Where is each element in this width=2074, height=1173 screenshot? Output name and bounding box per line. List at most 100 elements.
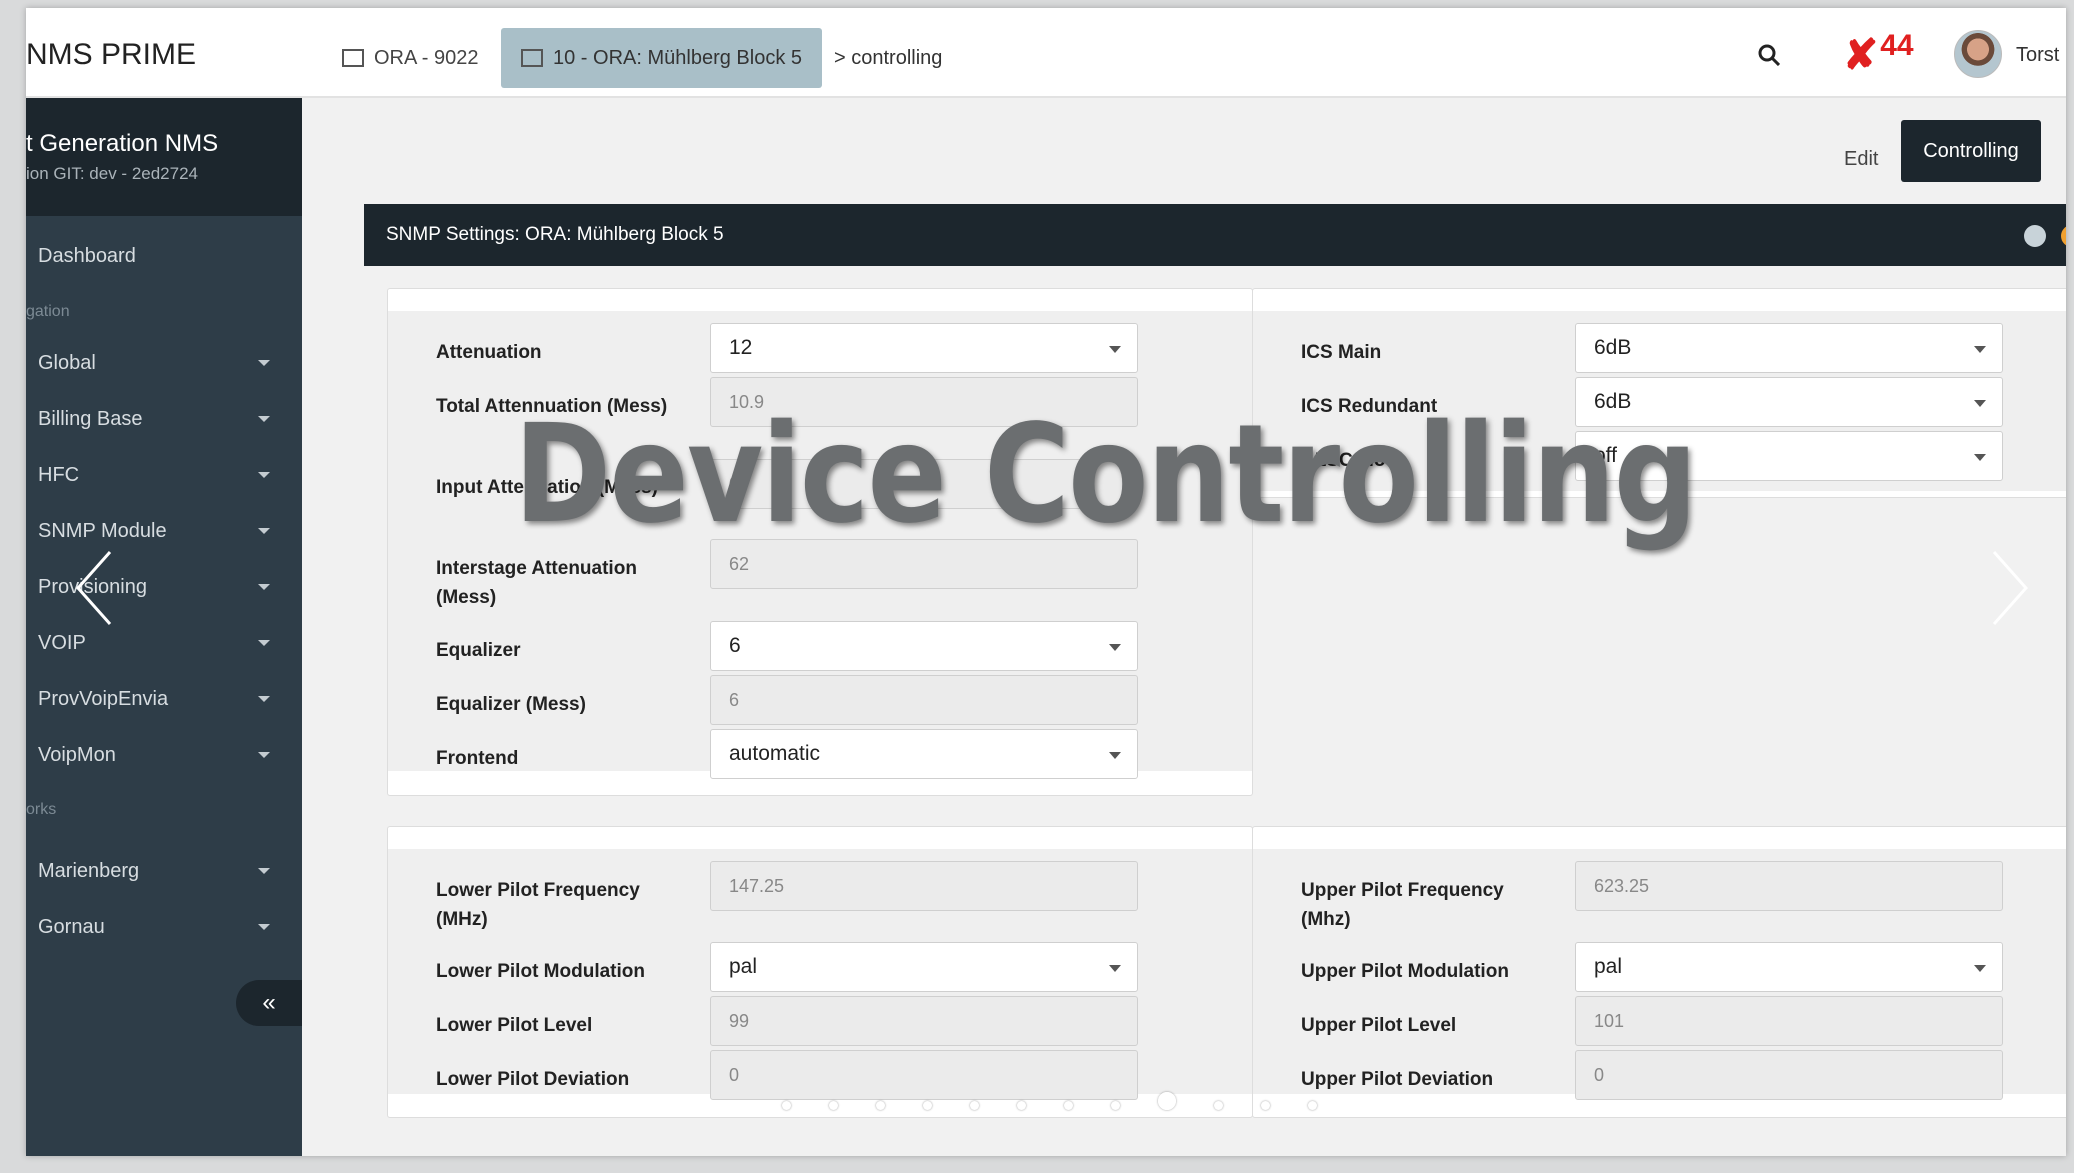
select-value: pal — [729, 955, 758, 978]
breadcrumb-ora[interactable]: ORA - 9022 — [342, 28, 479, 88]
sidebar-item-snmp-module[interactable]: SNMP Module — [38, 511, 288, 551]
sidebar-item-label: VoipMon — [38, 744, 116, 766]
caret-down-icon — [1109, 965, 1121, 972]
upper-pilot-level-field: 101 — [1575, 996, 2003, 1046]
sidebar-item-voipmon[interactable]: VoipMon — [38, 735, 288, 775]
sidebar-item-label: HFC — [38, 464, 80, 486]
sidebar-item-label: ProvVoipEnvia — [38, 688, 169, 710]
sidebar-item-hfc[interactable]: HFC — [38, 455, 288, 495]
chevron-down-icon — [258, 696, 270, 702]
sidebar-item-voip[interactable]: VOIP — [38, 623, 288, 663]
sidebar-item-marienberg[interactable]: Marienberg — [38, 851, 288, 891]
sidebar-item-label: Billing Base — [38, 408, 143, 430]
breadcrumb-device[interactable]: 10 - ORA: Mühlberg Block 5 — [501, 28, 822, 88]
sidebar-item-label: SNMP Module — [38, 520, 167, 542]
slide-dot[interactable] — [1261, 1101, 1270, 1110]
slide-dot[interactable] — [782, 1101, 791, 1110]
slide-dot[interactable] — [829, 1101, 838, 1110]
slide-dot[interactable] — [876, 1101, 885, 1110]
search-icon[interactable] — [1758, 44, 1780, 66]
upper-pilot-modulation-label: Upper Pilot Modulation — [1301, 961, 1509, 982]
sidebar-item-label: Global — [38, 352, 96, 374]
caret-down-icon — [1109, 752, 1121, 759]
chevron-right-icon[interactable] — [1984, 548, 2034, 628]
app-window: NMS PRIME ORA - 9022 10 - ORA: Mühlberg … — [26, 8, 2066, 1156]
select-value: 6dB — [1594, 336, 1632, 359]
sidebar-item-dashboard[interactable]: Dashboard — [38, 236, 288, 276]
sidebar-section-navigation: gation — [26, 303, 70, 320]
panel-header: SNMP Settings: ORA: Mühlberg Block 5 — [364, 204, 2066, 266]
interstage-attenuation-label: Interstage Attenuation (Mess) — [436, 558, 637, 608]
avatar[interactable] — [1954, 30, 2002, 78]
pilot-card-upper: Upper Pilot Frequency (Mhz) 623.25 Upper… — [1252, 826, 2066, 1118]
sidebar-section-networks: orks — [26, 801, 57, 818]
upper-pilot-frequency-label: Upper Pilot Frequency (Mhz) — [1301, 880, 1504, 930]
upper-pilot-level-label: Upper Pilot Level — [1301, 1015, 1457, 1036]
upper-pilot-deviation-field: 0 — [1575, 1050, 2003, 1100]
expand-icon[interactable] — [2024, 225, 2046, 247]
chevron-down-icon — [258, 360, 270, 366]
slide-dot[interactable] — [1214, 1101, 1223, 1110]
caret-down-icon — [1974, 346, 1986, 353]
lower-pilot-level-field: 99 — [710, 996, 1138, 1046]
sidebar-version: ion GIT: dev - 2ed2724 — [26, 164, 199, 183]
username[interactable]: Torst — [2016, 44, 2059, 67]
controlling-button[interactable]: Controlling — [1901, 120, 2041, 182]
sidebar-item-provvoipenvia[interactable]: ProvVoipEnvia — [38, 679, 288, 719]
slide-dot[interactable] — [1111, 1101, 1120, 1110]
sidebar-item-label: VOIP — [38, 632, 86, 654]
chevron-down-icon — [258, 472, 270, 478]
sidebar-item-gornau[interactable]: Gornau — [38, 907, 288, 947]
select-value: pal — [1594, 955, 1623, 978]
caret-down-icon — [1974, 965, 1986, 972]
caret-down-icon — [1974, 400, 1986, 407]
sidebar-collapse-button[interactable]: « — [236, 980, 302, 1026]
chevron-down-icon — [258, 528, 270, 534]
caret-down-icon — [1974, 454, 1986, 461]
top-navbar: NMS PRIME ORA - 9022 10 - ORA: Mühlberg … — [26, 8, 2066, 98]
chevron-down-icon — [258, 584, 270, 590]
slide-dot[interactable] — [1064, 1101, 1073, 1110]
sidebar-item-label: Marienberg — [38, 860, 140, 882]
slide-dot[interactable] — [970, 1101, 979, 1110]
slide-indicator — [782, 1092, 1355, 1115]
collapse-icon[interactable] — [2061, 225, 2066, 247]
frontend-select[interactable]: automatic — [710, 729, 1138, 779]
lower-pilot-frequency-field: 147.25 — [710, 861, 1138, 911]
equalizer-select[interactable]: 6 — [710, 621, 1138, 671]
edit-button[interactable]: Edit — [1826, 128, 1896, 190]
slide-dot-active[interactable] — [1158, 1092, 1176, 1110]
device-icon — [342, 49, 364, 67]
chevron-down-icon — [258, 640, 270, 646]
lower-pilot-level-label: Lower Pilot Level — [436, 1015, 593, 1036]
slide-dot[interactable] — [1308, 1101, 1317, 1110]
caret-down-icon — [1109, 346, 1121, 353]
attenuation-select[interactable]: 12 — [710, 323, 1138, 373]
breadcrumb-current: > controlling — [834, 47, 943, 69]
chevron-left-icon[interactable] — [70, 548, 120, 628]
alarm-count: 44 — [1880, 29, 1914, 62]
lower-pilot-deviation-label: Lower Pilot Deviation — [436, 1069, 630, 1090]
frontend-label: Frontend — [436, 748, 519, 769]
sidebar-header: t Generation NMS ion GIT: dev - 2ed2724 — [26, 98, 302, 216]
upper-pilot-modulation-select[interactable]: pal — [1575, 942, 2003, 992]
chevron-down-icon — [258, 924, 270, 930]
slide-dot[interactable] — [1017, 1101, 1026, 1110]
pilot-card-lower: Lower Pilot Frequency (MHz) 147.25 Lower… — [387, 826, 1253, 1118]
ics-main-select[interactable]: 6dB — [1575, 323, 2003, 373]
lower-pilot-modulation-label: Lower Pilot Modulation — [436, 961, 645, 982]
slide-caption: Device Controlling — [514, 396, 1698, 554]
sidebar-title: t Generation NMS — [26, 130, 219, 157]
caret-down-icon — [1109, 644, 1121, 651]
ics-main-label: ICS Main — [1301, 342, 1382, 363]
sidebar-item-global[interactable]: Global — [38, 343, 288, 383]
equalizer-label: Equalizer — [436, 640, 521, 661]
breadcrumb-label: 10 - ORA: Mühlberg Block 5 — [553, 46, 802, 69]
sidebar: t Generation NMS ion GIT: dev - 2ed2724 … — [26, 98, 302, 1156]
lower-pilot-modulation-select[interactable]: pal — [710, 942, 1138, 992]
breadcrumb-label: ORA - 9022 — [374, 46, 479, 69]
brand-logo[interactable]: NMS PRIME — [26, 38, 196, 72]
alarm-indicator[interactable]: ✘44 — [1843, 29, 1914, 79]
slide-dot[interactable] — [923, 1101, 932, 1110]
sidebar-item-billing-base[interactable]: Billing Base — [38, 399, 288, 439]
